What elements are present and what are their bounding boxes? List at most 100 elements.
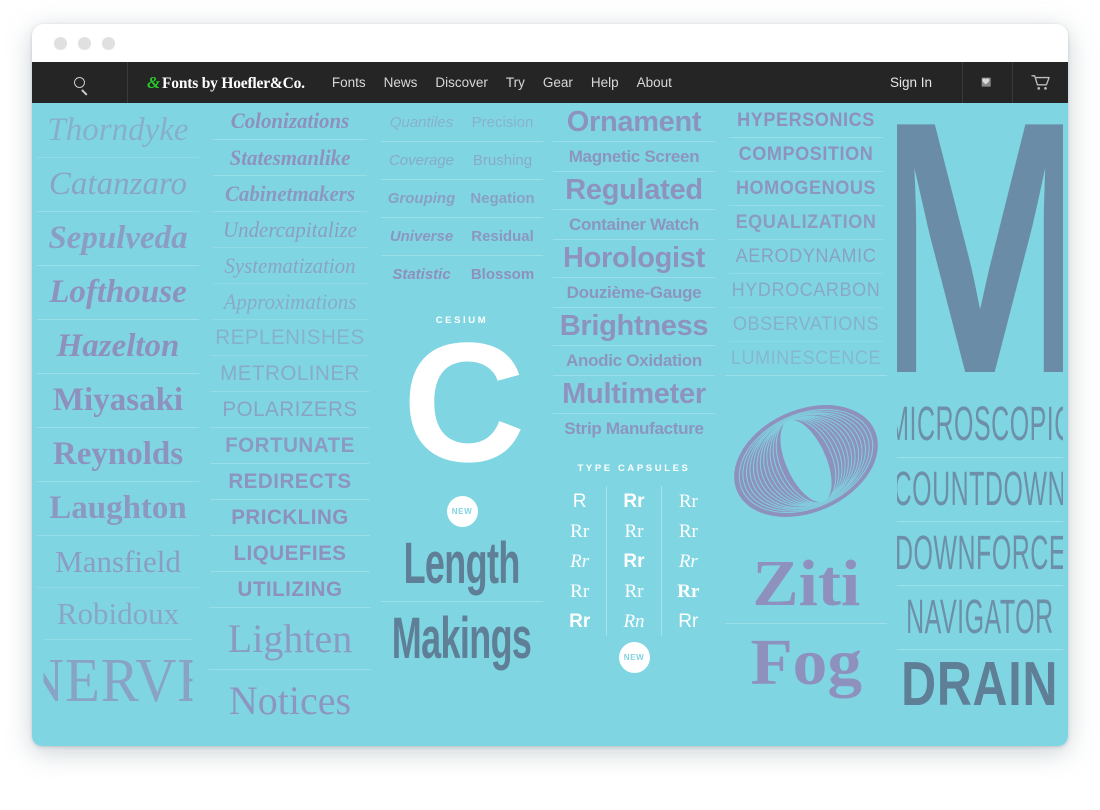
nav-item-try[interactable]: Try [497,62,534,103]
rr-specimen[interactable]: Rr [677,582,699,601]
rr-specimen[interactable]: Rr [624,522,643,541]
specimen-item[interactable]: Notices [209,669,371,731]
cart-button[interactable] [1013,62,1068,103]
word-right[interactable]: Negation [462,190,543,207]
specimen-item[interactable]: Cabinetmakers [213,175,367,211]
nav-item-discover[interactable]: Discover [426,62,497,103]
specimen-item[interactable]: MICROSCOPIC [897,393,1063,457]
word-right[interactable]: Precision [462,114,543,131]
word-left[interactable]: Coverage [381,152,462,169]
specimen-item[interactable]: HOMOGENOUS [729,171,883,205]
display-specimen[interactable]: Fog [725,623,887,701]
window-close-button[interactable] [54,36,67,50]
rr-specimen[interactable]: Rr [679,552,698,571]
rr-specimen[interactable]: Rr [570,552,589,571]
word-left[interactable]: Quantiles [381,114,462,131]
specimen-item[interactable]: Lighten [209,607,371,669]
nav-item-news[interactable]: News [375,62,427,103]
specimen-item[interactable]: OBSERVATIONS [729,307,883,341]
rr-specimen[interactable]: Rr [570,522,589,541]
word-left[interactable]: Universe [381,228,462,245]
specimen-item[interactable]: AERODYNAMIC [729,239,883,273]
rr-specimen[interactable]: Rr [623,552,644,571]
rr-specimen[interactable]: Rr [679,522,698,541]
display-specimen[interactable]: Makings [381,601,543,675]
specimen-item[interactable]: Undercapitalize [213,211,367,247]
specimen-item[interactable]: HYDROCARBON [729,273,883,307]
specimen-item[interactable]: Sepulveda [37,211,199,265]
specimen-item[interactable]: UTILIZING [210,571,370,607]
specimen-item[interactable]: Catanzaro [37,157,199,211]
word-left[interactable]: Grouping [381,190,462,207]
word-left[interactable]: Statistic [381,266,462,283]
specimen-item[interactable]: Colonizations [213,103,367,139]
search-button[interactable] [32,62,128,103]
specimen-item[interactable]: Ornament [553,103,715,141]
word-right[interactable]: Brushing [462,152,543,169]
specimen-item[interactable]: FORTUNATE [210,427,370,463]
specimen-item[interactable]: Anodic Oxidation [553,345,715,375]
specimen-item[interactable]: PRICKLING [210,499,370,535]
word-right[interactable]: Residual [462,228,543,245]
new-badge-capsules[interactable]: NEW [618,642,650,673]
specimen-item[interactable]: DRAIN [897,649,1063,719]
specimen-item[interactable]: COMPOSITION [729,137,883,171]
specimen-item[interactable]: Lofthouse [37,265,199,319]
specimen-item[interactable]: LUMINESCENCE [729,341,883,375]
specimen-item[interactable]: COUNTDOWN [897,457,1063,521]
specimen-item[interactable]: Laughton [37,481,199,535]
specimen-item[interactable]: REPLENISHES [210,319,370,355]
specimen-item[interactable]: Container Watch [553,209,715,239]
sign-in-button[interactable]: Sign In [860,62,963,103]
nav-item-help[interactable]: Help [582,62,628,103]
rr-specimen[interactable]: Rr [569,612,590,631]
specimen-item[interactable]: METROLINER [210,355,370,391]
specimen-item[interactable]: Systematization [213,247,367,283]
specimen-item[interactable]: Magnetic Screen [553,141,715,171]
specimen-item[interactable]: Regulated [553,171,715,209]
display-specimen[interactable]: Ziti [725,545,887,623]
new-badge-cesium[interactable]: NEW [446,496,478,527]
window-minimize-button[interactable] [78,36,91,50]
specimen-item[interactable]: Brightness [553,307,715,345]
specimen-item[interactable]: Reynolds [37,427,199,481]
specimen-item[interactable]: Multimeter [553,375,715,413]
specimen-item[interactable]: POLARIZERS [210,391,370,427]
word-right[interactable]: Blossom [462,266,543,283]
specimen-item[interactable]: Douzième-Gauge [553,277,715,307]
ornament-letter-o[interactable] [725,375,887,545]
window-zoom-button[interactable] [102,36,115,50]
site-logo[interactable]: & Fonts by Hoefler&Co. [147,73,305,93]
specimen-item[interactable]: NAVIGATOR [897,585,1063,649]
rr-specimen[interactable]: Rr [678,612,698,631]
big-letter-c[interactable]: C [381,318,543,488]
display-specimen[interactable]: Length [381,527,543,601]
specimen-item[interactable]: Statesmanlike [213,139,367,175]
rr-specimen[interactable]: Rr [624,582,643,601]
specimen-item[interactable]: REDIRECTS [210,463,370,499]
specimen-item[interactable]: Thorndyke [37,103,199,157]
rr-specimen[interactable]: R [573,492,587,511]
specimen-item[interactable]: Strip Manufacture [553,413,715,443]
nav-item-about[interactable]: About [628,62,681,103]
big-letter-m-wrap[interactable]: M [897,103,1063,393]
specimen-item[interactable]: Hazelton [37,319,199,373]
specimen-item[interactable]: DOWNFORCE [897,521,1063,585]
specimen-item[interactable]: EQUALIZATION [729,205,883,239]
specimen-item[interactable]: Robidoux [37,587,199,639]
specimen-item[interactable]: HYPERSONICS [729,103,883,137]
site-navbar: & Fonts by Hoefler&Co. Fonts News Discove… [32,62,1068,103]
specimen-item[interactable]: Approximations [213,283,367,319]
nav-item-fonts[interactable]: Fonts [323,62,375,103]
rr-specimen[interactable]: Rn [623,612,644,631]
specimen-item[interactable]: Mansfield [37,535,199,587]
specimen-item[interactable]: NERVE [43,639,193,721]
specimen-item[interactable]: LIQUEFIES [210,535,370,571]
specimen-item[interactable]: Miyasaki [37,373,199,427]
rr-specimen[interactable]: Rr [679,492,698,511]
rr-specimen[interactable]: Rr [623,492,644,511]
specimen-item[interactable]: Horologist [553,239,715,277]
nav-item-gear[interactable]: Gear [534,62,582,103]
rr-specimen[interactable]: Rr [570,582,589,601]
favorites-button[interactable] [963,62,1013,103]
